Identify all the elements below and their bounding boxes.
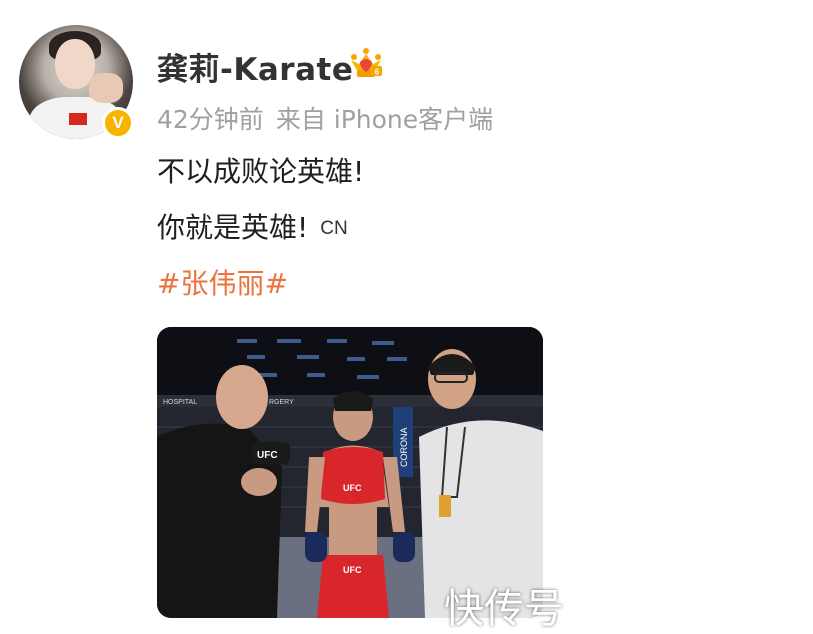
post-text-line-1: 不以成败论英雄! <box>157 155 365 188</box>
banner-right: RGERY <box>269 399 294 406</box>
left-glove <box>305 532 327 562</box>
post-photo[interactable]: HOSPITAL RGERY CORONA UFC UFC UFC <box>157 327 543 618</box>
post-text: 你就是英雄! <box>157 211 309 244</box>
sponsor-text: CORONA <box>399 427 409 467</box>
avatar-fist <box>89 73 123 103</box>
avatar-flag-patch <box>69 113 87 125</box>
post-time[interactable]: 42分钟前 <box>157 105 264 134</box>
crown-membership-icon[interactable]: 6 <box>348 46 384 82</box>
author-name[interactable]: 龚莉-Karate <box>157 44 353 89</box>
right-glove <box>393 532 415 562</box>
post-meta: 42分钟前 来自 iPhone客户端 <box>157 100 493 136</box>
mic-ufc-label: UFC <box>257 450 278 461</box>
svg-text:6: 6 <box>375 68 380 77</box>
badge <box>439 495 451 517</box>
post-source: 来自 iPhone客户端 <box>275 105 494 134</box>
post-text-line-2: 你就是英雄! CN <box>157 206 348 246</box>
cn-flag-emoji: CN <box>320 218 348 239</box>
banner-left: HOSPITAL <box>163 399 197 406</box>
watermark: 快传号 <box>444 586 564 632</box>
top-ufc-label: UFC <box>343 483 362 493</box>
topic-link[interactable]: #张伟丽# <box>157 262 288 302</box>
fighter-red-top <box>321 447 385 504</box>
photo-scene: HOSPITAL RGERY CORONA UFC UFC UFC <box>157 327 543 618</box>
verified-badge-icon: V <box>102 107 134 139</box>
shorts-ufc-label: UFC <box>343 565 362 575</box>
